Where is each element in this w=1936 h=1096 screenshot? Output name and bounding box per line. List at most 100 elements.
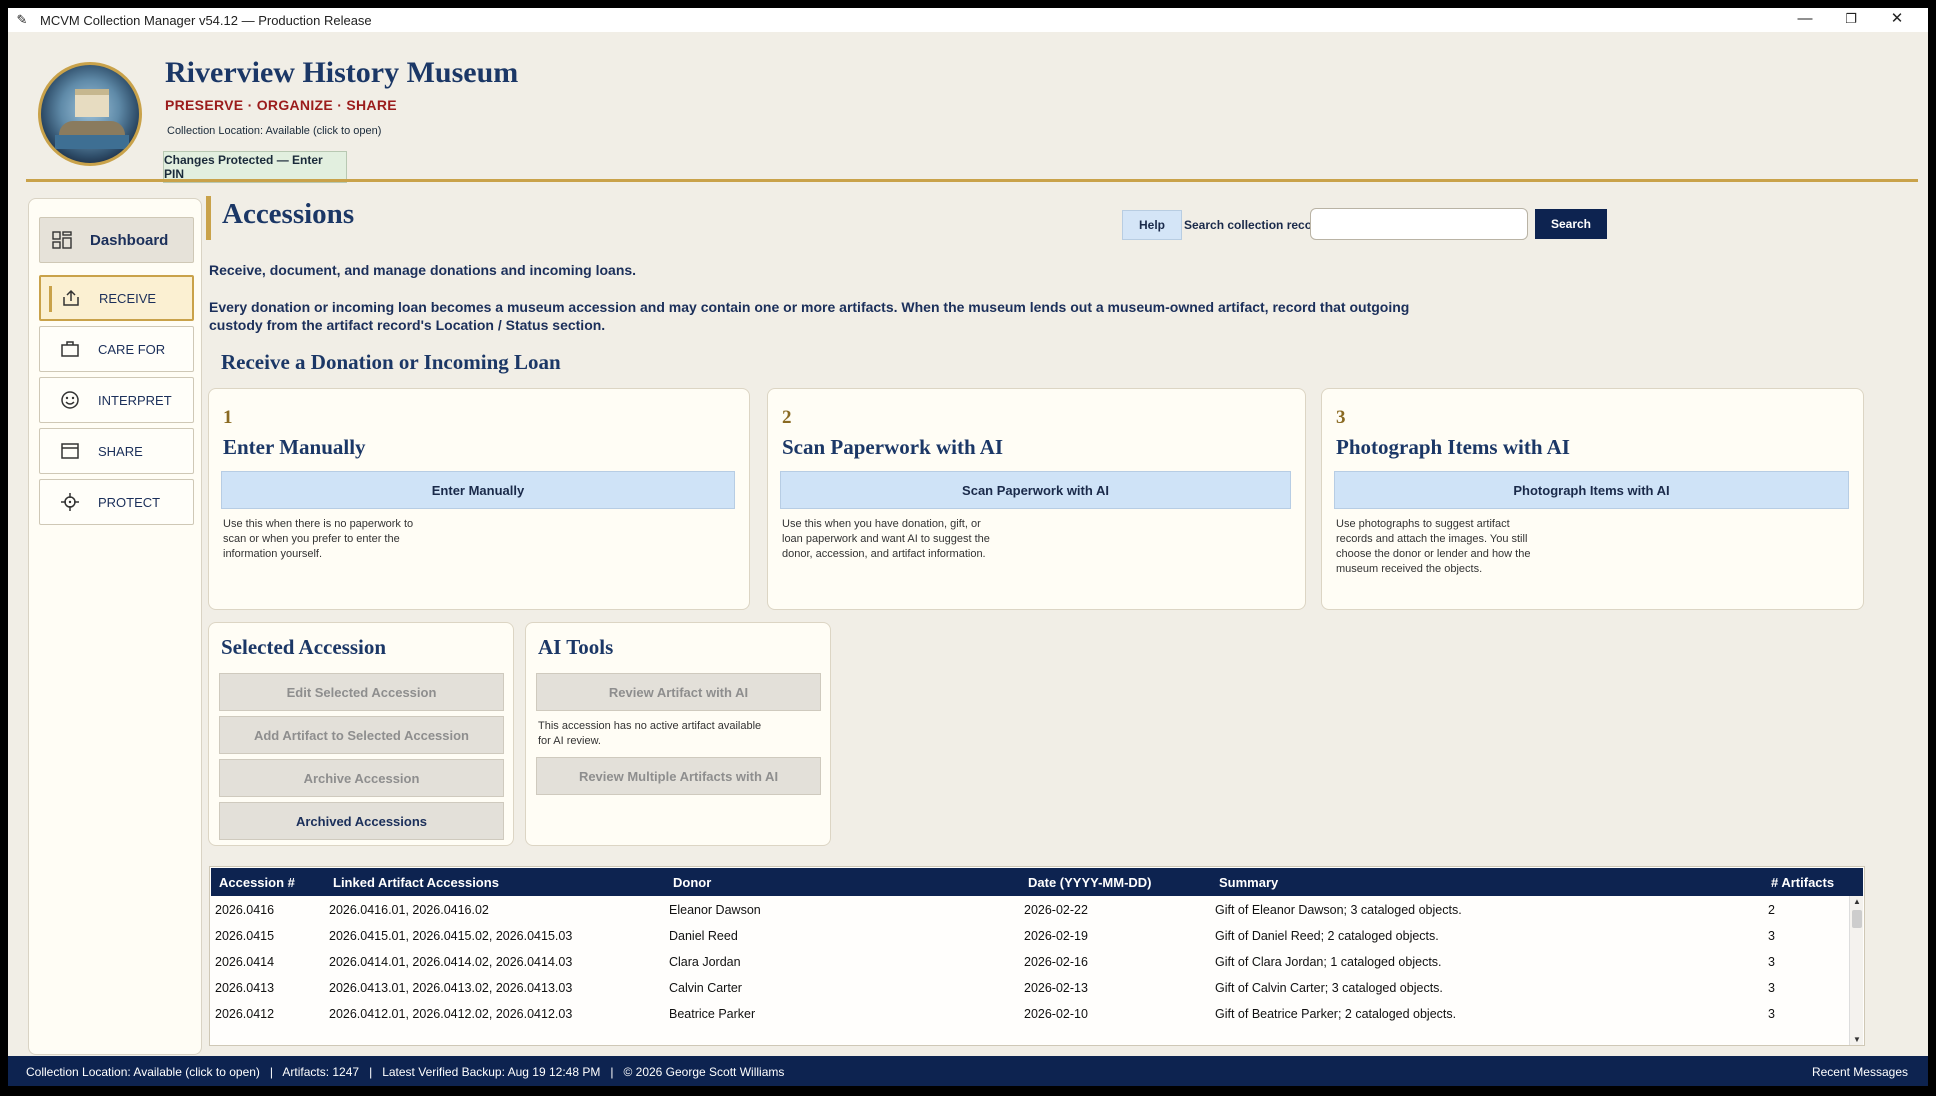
window-title: MCVM Collection Manager v54.12 — Product… <box>40 12 372 28</box>
cell-date: 2026-02-19 <box>1024 929 1088 943</box>
cell-donor: Calvin Carter <box>669 981 742 995</box>
cell-donor: Beatrice Parker <box>669 1007 756 1021</box>
column-header[interactable]: Linked Artifact Accessions <box>333 875 499 890</box>
sidebar-item-label: INTERPRET <box>98 392 172 408</box>
sidebar-item-dashboard[interactable]: Dashboard <box>39 217 194 263</box>
sidebar-item-protect[interactable]: PROTECT <box>39 479 194 525</box>
cell-accession: 2026.0412 <box>215 1007 275 1021</box>
briefcase-icon <box>60 339 80 359</box>
card-title: Scan Paperwork with AI <box>782 435 1004 459</box>
status-text[interactable]: Collection Location: Available (click to… <box>26 1065 784 1079</box>
enter-manually-button[interactable]: Enter Manually <box>221 471 735 509</box>
close-button[interactable]: ✕ <box>1874 8 1920 32</box>
cell-donor: Eleanor Dawson <box>669 903 761 917</box>
minimize-button[interactable]: — <box>1782 8 1828 32</box>
search-input[interactable] <box>1310 208 1528 240</box>
cell-accession: 2026.0416 <box>215 903 275 917</box>
card-title: Enter Manually <box>223 435 366 459</box>
cell-summary: Gift of Daniel Reed; 2 cataloged objects… <box>1215 929 1439 943</box>
sidebar: Dashboard RECEIVE CARE FOR INTERPRET SHA… <box>28 198 202 1055</box>
scan-paperwork-card: 2 Scan Paperwork with AI Scan Paperwork … <box>767 388 1306 610</box>
enter-manually-card: 1 Enter Manually Enter Manually Use this… <box>208 388 750 610</box>
table-header: Accession # Linked Artifact Accessions D… <box>211 868 1863 896</box>
cell-date: 2026-02-13 <box>1024 981 1088 995</box>
table-row[interactable]: 2026.0414 2026.0414.01, 2026.0414.02, 20… <box>211 949 1843 975</box>
active-indicator <box>49 286 52 312</box>
status-bar: Collection Location: Available (click to… <box>8 1056 1928 1086</box>
search-button[interactable]: Search <box>1535 209 1607 239</box>
card-description: Use this when you have donation, gift, o… <box>782 518 990 560</box>
sidebar-item-share[interactable]: SHARE <box>39 428 194 474</box>
card-number: 3 <box>1336 407 1346 428</box>
cell-linked: 2026.0414.01, 2026.0414.02, 2026.0414.03 <box>329 955 573 969</box>
scroll-up-icon[interactable]: ▲ <box>1852 897 1862 906</box>
column-header[interactable]: # Artifacts <box>1771 875 1834 890</box>
cell-summary: Gift of Eleanor Dawson; 3 cataloged obje… <box>1215 903 1462 917</box>
table-row[interactable]: 2026.0416 2026.0416.01, 2026.0416.02 Ele… <box>211 897 1843 923</box>
museum-name: Riverview History Museum <box>165 56 519 89</box>
edit-selected-accession-button[interactable]: Edit Selected Accession <box>219 673 504 711</box>
cell-linked: 2026.0416.01, 2026.0416.02 <box>329 903 489 917</box>
dashboard-grid-icon <box>52 230 72 250</box>
panel-title: Selected Accession <box>221 635 387 659</box>
review-artifact-ai-button[interactable]: Review Artifact with AI <box>536 673 821 711</box>
cell-artifacts: 2 <box>1768 903 1775 917</box>
scroll-thumb[interactable] <box>1852 910 1862 928</box>
page-intro: Every donation or incoming loan becomes … <box>209 299 1410 333</box>
ai-tools-panel: AI Tools Review Artifact with AI This ac… <box>525 622 831 846</box>
table-row[interactable]: 2026.0413 2026.0413.01, 2026.0413.02, 20… <box>211 975 1843 1001</box>
cell-artifacts: 3 <box>1768 929 1775 943</box>
app-window: ✎ MCVM Collection Manager v54.12 — Produ… <box>8 8 1928 1096</box>
cell-linked: 2026.0415.01, 2026.0415.02, 2026.0415.03 <box>329 929 573 943</box>
card-description: Use this when there is no paperwork to s… <box>223 518 414 560</box>
scroll-down-icon[interactable]: ▼ <box>1852 1035 1862 1044</box>
sidebar-item-receive[interactable]: RECEIVE <box>39 275 194 321</box>
ai-review-note: This accession has no active artifact av… <box>538 720 762 747</box>
logo-bridge <box>59 121 125 135</box>
cell-date: 2026-02-10 <box>1024 1007 1088 1021</box>
page-subtitle: Receive, document, and manage donations … <box>209 262 637 278</box>
recent-messages-button[interactable]: Recent Messages <box>1812 1065 1908 1079</box>
title-bar: ✎ MCVM Collection Manager v54.12 — Produ… <box>8 8 1928 32</box>
archived-accessions-button[interactable]: Archived Accessions <box>219 802 504 840</box>
table-row[interactable]: 2026.0412 2026.0412.01, 2026.0412.02, 20… <box>211 1001 1843 1027</box>
cell-donor: Clara Jordan <box>669 955 741 969</box>
sidebar-item-label: CARE FOR <box>98 341 166 357</box>
review-multiple-artifacts-button[interactable]: Review Multiple Artifacts with AI <box>536 757 821 795</box>
archive-accession-button[interactable]: Archive Accession <box>219 759 504 797</box>
crosshair-icon <box>60 492 80 512</box>
main-content: Accessions Help Search collection record… <box>204 194 1924 1064</box>
cell-summary: Gift of Clara Jordan; 1 cataloged object… <box>1215 955 1442 969</box>
cell-date: 2026-02-22 <box>1024 903 1088 917</box>
photograph-items-button[interactable]: Photograph Items with AI <box>1334 471 1849 509</box>
cell-donor: Daniel Reed <box>669 929 738 943</box>
inbox-upload-icon <box>61 288 81 308</box>
help-button[interactable]: Help <box>1122 210 1182 240</box>
column-header[interactable]: Summary <box>1219 875 1278 890</box>
sidebar-item-interpret[interactable]: INTERPRET <box>39 377 194 423</box>
column-header[interactable]: Accession # <box>219 875 295 890</box>
table-scrollbar[interactable]: ▲ ▼ <box>1849 896 1863 1045</box>
photograph-items-card: 3 Photograph Items with AI Photograph It… <box>1321 388 1864 610</box>
add-artifact-button[interactable]: Add Artifact to Selected Accession <box>219 716 504 754</box>
card-number: 2 <box>782 407 792 428</box>
museum-logo <box>38 62 142 166</box>
collection-location-link[interactable]: Collection Location: Available (click to… <box>167 125 381 137</box>
selected-accession-panel: Selected Accession Edit Selected Accessi… <box>208 622 514 846</box>
column-header[interactable]: Date (YYYY-MM-DD) <box>1028 875 1152 890</box>
window-bottom-edge <box>8 1086 1928 1096</box>
sidebar-item-care-for[interactable]: CARE FOR <box>39 326 194 372</box>
column-header[interactable]: Donor <box>673 875 711 890</box>
panel-title: AI Tools <box>538 635 614 659</box>
sidebar-item-label: PROTECT <box>98 494 161 510</box>
header-divider <box>26 179 1918 182</box>
scan-paperwork-button[interactable]: Scan Paperwork with AI <box>780 471 1291 509</box>
sidebar-item-label: Dashboard <box>90 231 169 249</box>
cell-summary: Gift of Calvin Carter; 3 cataloged objec… <box>1215 981 1443 995</box>
cell-artifacts: 3 <box>1768 981 1775 995</box>
restore-button[interactable]: ❐ <box>1828 8 1874 32</box>
table-row[interactable]: 2026.0415 2026.0415.01, 2026.0415.02, 20… <box>211 923 1843 949</box>
receive-section-heading: Receive a Donation or Incoming Loan <box>221 350 561 374</box>
logo-river <box>55 135 129 149</box>
title-accent-bar <box>206 196 211 240</box>
